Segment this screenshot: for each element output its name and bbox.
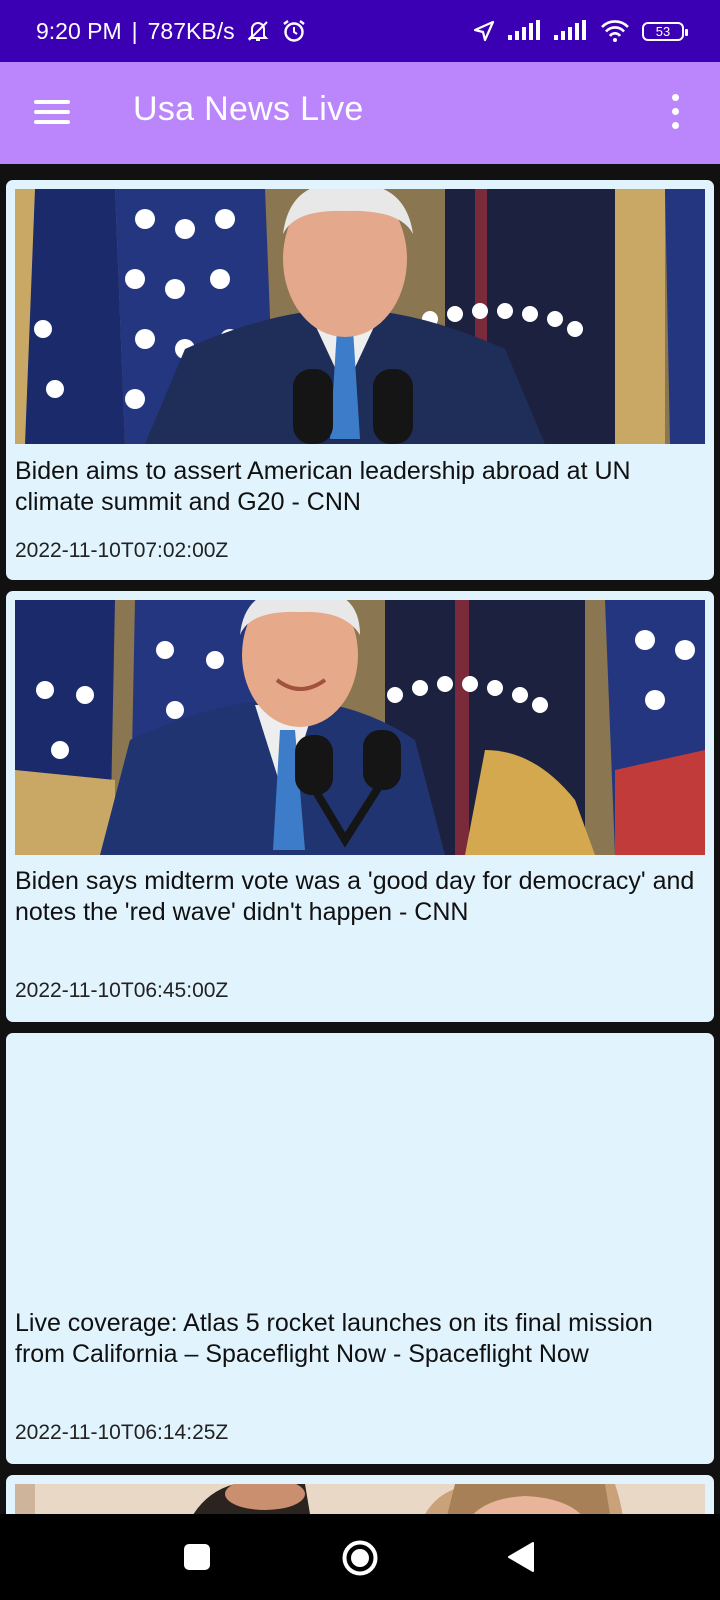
news-card[interactable] — [6, 1475, 714, 1514]
menu-icon[interactable] — [34, 98, 70, 126]
news-card[interactable]: Biden aims to assert American leadership… — [6, 180, 714, 580]
alarm-icon — [281, 18, 307, 44]
news-feed[interactable]: Biden aims to assert American leadership… — [0, 164, 720, 1514]
system-nav-bar — [0, 1514, 720, 1600]
article-image — [15, 1484, 705, 1514]
article-date: 2022-11-10T07:02:00Z — [15, 539, 229, 562]
article-image — [15, 189, 705, 444]
mute-icon — [245, 18, 271, 44]
back-icon[interactable] — [506, 1541, 536, 1578]
app-title: Usa News Live — [133, 90, 364, 128]
article-title: Biden aims to assert American leadership… — [15, 457, 631, 516]
signal-icon — [508, 20, 542, 42]
location-icon — [472, 19, 496, 43]
news-card[interactable]: Biden says midterm vote was a 'good day … — [6, 591, 714, 1022]
signal-icon — [554, 20, 588, 42]
article-image — [15, 600, 705, 855]
news-card[interactable]: Live coverage: Atlas 5 rocket launches o… — [6, 1033, 714, 1464]
battery-icon: 53 — [642, 21, 688, 41]
recents-icon[interactable] — [183, 1543, 211, 1576]
article-title: Live coverage: Atlas 5 rocket launches o… — [15, 1309, 653, 1368]
article-date: 2022-11-10T06:14:25Z — [15, 1421, 229, 1444]
battery-level: 53 — [655, 23, 671, 39]
article-date: 2022-11-10T06:45:00Z — [15, 979, 229, 1002]
status-time: 9:20 PM — [36, 17, 122, 44]
article-title: Biden says midterm vote was a 'good day … — [15, 867, 695, 926]
wifi-icon — [600, 19, 630, 43]
more-vert-icon[interactable] — [670, 94, 680, 130]
status-separator: | — [131, 17, 138, 44]
network-speed: 787KB/s — [147, 17, 235, 44]
home-icon[interactable] — [341, 1539, 379, 1582]
status-bar: 9:20 PM | 787KB/s 53 — [0, 0, 720, 62]
app-bar: Usa News Live — [0, 62, 720, 164]
